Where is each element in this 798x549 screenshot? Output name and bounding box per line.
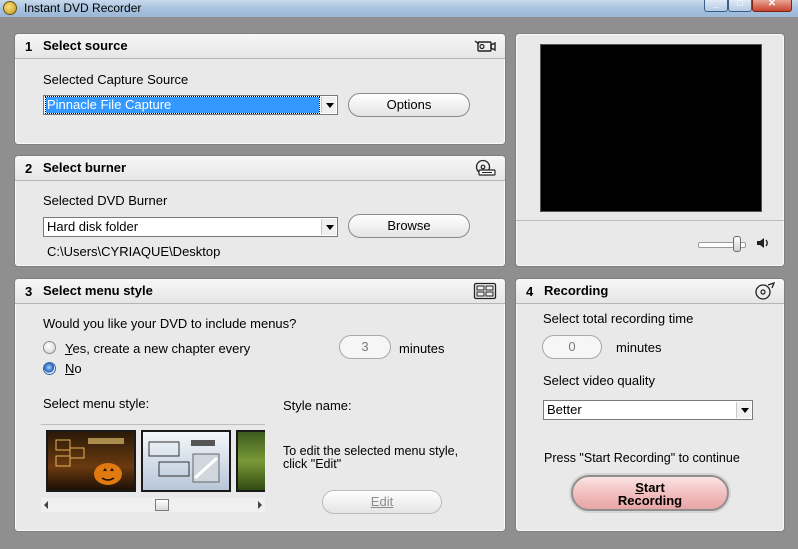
scroll-right-icon[interactable] (258, 501, 262, 509)
menu-style-thumbnail-film[interactable] (141, 430, 231, 492)
step-number: 4 (526, 284, 534, 299)
dvd-burner-value: Hard disk folder (47, 219, 139, 234)
film-menu-preview (148, 440, 220, 483)
menu-style-thumbnail-nature[interactable] (236, 430, 265, 492)
start-recording-prompt: Press "Start Recording" to continue (544, 451, 740, 465)
source-panel-header: 1 Select source (15, 34, 505, 59)
dvd-burner-dropdown[interactable]: Hard disk folder (43, 217, 338, 237)
minimize-button[interactable]: _ (704, 0, 728, 12)
menu-style-label: Select menu style: (43, 396, 150, 411)
capture-source-label: Selected Capture Source (43, 72, 189, 87)
radio-yes-text: es, create a new chapter every (72, 341, 251, 356)
halloween-menu-preview (55, 438, 124, 485)
video-preview (540, 44, 762, 212)
window-title: Instant DVD Recorder (24, 1, 142, 15)
select-burner-panel: 2 Select burner Selected DVD Burner Hard… (14, 155, 506, 267)
radio-yes-chapter[interactable] (43, 341, 56, 354)
video-quality-value: Better (547, 402, 582, 417)
edit-style-hint: To edit the selected menu style, click "… (283, 444, 459, 471)
panel-title: Select burner (43, 160, 127, 175)
recording-time-input[interactable]: 0 (542, 335, 602, 359)
select-source-panel: 1 Select source Selected Capture Source … (14, 33, 506, 145)
recording-time-unit: minutes (616, 340, 662, 355)
disc-record-icon (755, 282, 776, 300)
title-bar: Instant DVD Recorder _ □ ✕ (0, 0, 798, 17)
chapter-minutes-unit: minutes (399, 341, 445, 356)
recording-panel-header: 4 Recording (516, 279, 784, 304)
menu-style-gallery[interactable] (41, 424, 265, 495)
speaker-icon[interactable] (756, 236, 770, 250)
chevron-down-icon[interactable] (321, 219, 336, 235)
preview-panel (515, 33, 785, 267)
step-number: 3 (25, 284, 33, 299)
radio-no-label[interactable]: No (65, 361, 82, 376)
app-icon (3, 1, 17, 15)
camcorder-icon (474, 40, 496, 52)
volume-slider-track[interactable] (698, 236, 746, 252)
menu-panel-header: 3 Select menu style (15, 279, 505, 304)
video-quality-label: Select video quality (543, 373, 656, 388)
menu-style-scrollbar[interactable] (41, 498, 265, 512)
options-button[interactable]: Options (348, 93, 470, 117)
capture-source-dropdown[interactable]: Pinnacle File Capture (43, 95, 338, 115)
panel-title: Select source (43, 38, 128, 53)
disc-burner-icon (475, 159, 496, 176)
panel-title: Recording (544, 283, 609, 298)
burner-panel-header: 2 Select burner (15, 156, 505, 181)
app-window: Instant DVD Recorder _ □ ✕ 1 Select sour… (0, 0, 798, 549)
edit-button-label: Edit (370, 494, 394, 509)
start-recording-button[interactable]: Start Recording (571, 475, 729, 511)
chevron-down-icon[interactable] (321, 97, 336, 113)
recording-time-label: Select total recording time (543, 311, 694, 326)
step-number: 2 (25, 161, 33, 176)
step-number: 1 (25, 39, 33, 54)
close-button[interactable]: ✕ (752, 0, 792, 12)
volume-slider-handle[interactable] (733, 236, 741, 252)
recording-panel: 4 Recording Select total recording time … (515, 278, 785, 532)
video-quality-dropdown[interactable]: Better (543, 400, 753, 420)
options-button-label: Options (386, 97, 432, 112)
edit-button[interactable]: Edit (322, 490, 442, 514)
divider (516, 220, 784, 221)
minimize-icon: _ (713, 0, 719, 9)
close-icon: ✕ (767, 0, 777, 9)
menu-layout-icon (473, 282, 497, 300)
browse-button-label: Browse (387, 218, 431, 233)
scrollbar-thumb[interactable] (155, 499, 169, 511)
select-menu-style-panel: 3 Select menu style Would you like your … (14, 278, 506, 532)
chapter-minutes-input[interactable]: 3 (339, 335, 391, 359)
scroll-left-icon[interactable] (44, 501, 48, 509)
maximize-button[interactable]: □ (728, 0, 752, 12)
dvd-burner-label: Selected DVD Burner (43, 193, 168, 208)
maximize-icon: □ (736, 0, 744, 9)
panel-title: Select menu style (43, 283, 153, 298)
start-recording-label-line2: Recording (617, 493, 683, 508)
include-menus-question: Would you like your DVD to include menus… (43, 316, 297, 331)
chevron-down-icon[interactable] (736, 402, 751, 418)
radio-no-menus[interactable] (43, 362, 56, 375)
radio-yes-label[interactable]: Yes, create a new chapter every (65, 341, 250, 356)
menu-style-thumbnail-halloween[interactable] (46, 430, 136, 492)
browse-button[interactable]: Browse (348, 214, 470, 238)
output-path: C:\Users\CYRIAQUE\Desktop (47, 244, 221, 259)
capture-source-value: Pinnacle File Capture (45, 96, 320, 114)
style-name-label: Style name: (283, 398, 352, 413)
